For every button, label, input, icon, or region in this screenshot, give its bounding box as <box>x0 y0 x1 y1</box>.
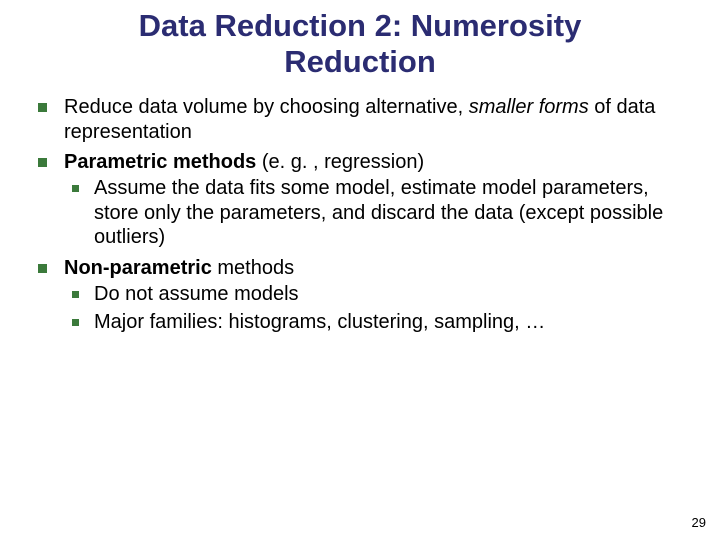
bullet-3-bold: Non-parametric <box>64 257 212 279</box>
bullet-2-bold: Parametric methods <box>64 151 256 173</box>
bullet-3-sub-1-text: Do not assume models <box>94 283 299 305</box>
bullet-2-sub-1: Assume the data fits some model, estimat… <box>64 176 690 249</box>
bullet-3-sub-2: Major families: histograms, clustering, … <box>64 310 690 334</box>
bullet-list: Reduce data volume by choosing alternati… <box>30 95 690 335</box>
page-number: 29 <box>692 515 706 530</box>
slide: Data Reduction 2: Numerosity Reduction R… <box>0 0 720 540</box>
bullet-1-italic-1: smaller <box>469 96 533 118</box>
bullet-2-post: (e. g. , regression) <box>256 151 424 173</box>
slide-body: Reduce data volume by choosing alternati… <box>0 79 720 335</box>
bullet-3: Non-parametric methods Do not assume mod… <box>30 256 690 335</box>
bullet-3-sub-1: Do not assume models <box>64 282 690 306</box>
bullet-3-sublist: Do not assume models Major families: his… <box>64 282 690 335</box>
title-line-2: Reduction <box>284 44 436 79</box>
bullet-2-sub-1-text: Assume the data fits some model, estimat… <box>94 177 663 248</box>
bullet-1: Reduce data volume by choosing alternati… <box>30 95 690 144</box>
title-line-1: Data Reduction 2: Numerosity <box>139 8 582 43</box>
bullet-1-italic-2: forms <box>539 96 589 118</box>
slide-title: Data Reduction 2: Numerosity Reduction <box>0 0 720 79</box>
bullet-2: Parametric methods (e. g. , regression) … <box>30 150 690 250</box>
bullet-1-text-pre: Reduce data volume by choosing alternati… <box>64 96 469 118</box>
bullet-3-post: methods <box>212 257 294 279</box>
bullet-2-sublist: Assume the data fits some model, estimat… <box>64 176 690 249</box>
bullet-3-sub-2-text: Major families: histograms, clustering, … <box>94 311 545 333</box>
